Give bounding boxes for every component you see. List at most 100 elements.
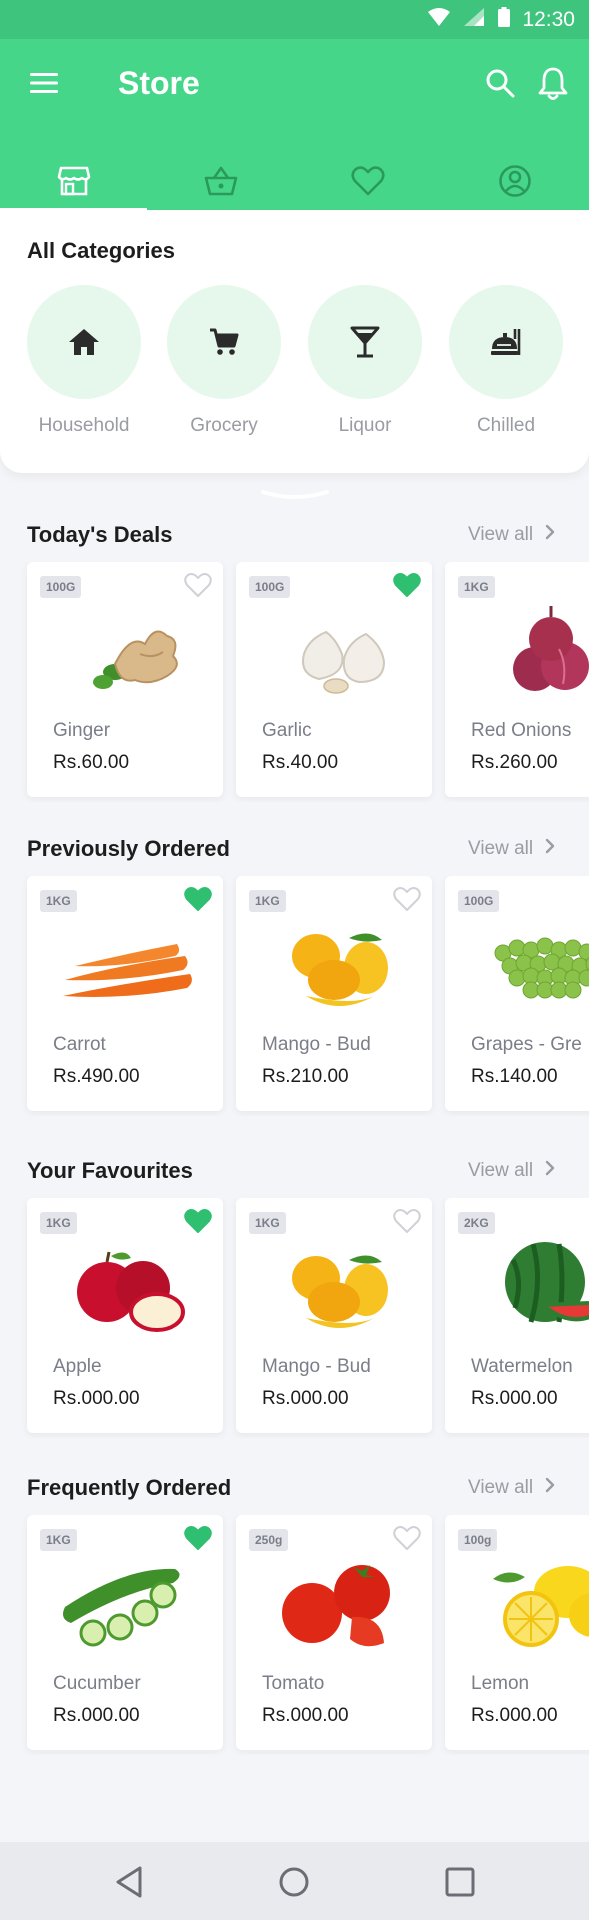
product-card[interactable]: 2KG Watermelon Rs.000.00 [445, 1198, 589, 1433]
page-title: Store [118, 65, 200, 101]
product-name: Mango - Bud [262, 1034, 371, 1055]
product-name: Cucumber [53, 1673, 141, 1694]
product-name: Red Onions [471, 720, 572, 741]
category-label: Household [38, 415, 130, 436]
recents-square-icon [445, 1867, 475, 1897]
chevron-down-icon [261, 490, 329, 499]
product-price: Rs.000.00 [262, 1705, 349, 1726]
product-image [513, 606, 589, 691]
collapse-handle[interactable] [261, 487, 329, 499]
cart-icon [210, 328, 239, 355]
product-image [63, 944, 192, 997]
product-price: Rs.000.00 [471, 1705, 558, 1726]
product-name: Ginger [53, 720, 111, 741]
product-name: Carrot [53, 1034, 106, 1055]
chevron-right-icon [545, 524, 555, 546]
section-title: Today's Deals [27, 522, 173, 547]
view-all-link[interactable]: View all [468, 838, 555, 860]
tab-basket[interactable] [147, 150, 294, 212]
recents-button[interactable] [442, 1864, 478, 1900]
category-label: Chilled [476, 415, 536, 436]
product-card[interactable]: 1KG Mango - Bud Rs.000.00 [236, 1198, 432, 1433]
section-title: Previously Ordered [27, 836, 230, 861]
product-price: Rs.210.00 [262, 1066, 349, 1087]
search-icon [486, 69, 515, 98]
category-chilled[interactable]: Chilled [449, 285, 563, 437]
product-image-wrap [254, 908, 414, 1013]
chilled-food-icon [491, 329, 521, 355]
home-circle-icon [279, 1867, 309, 1897]
tab-profile[interactable] [442, 150, 589, 212]
categories-heading: All Categories [27, 238, 175, 263]
product-card[interactable]: 1KG Carrot Rs.490.00 [27, 876, 223, 1111]
section-title: Frequently Ordered [27, 1475, 232, 1500]
tab-bar [0, 150, 589, 212]
product-card[interactable]: 1KG Red Onions Rs.260.00 [445, 562, 589, 797]
product-image [93, 630, 178, 689]
system-nav-bar [0, 1842, 589, 1920]
back-button[interactable] [112, 1864, 148, 1900]
category-liquor[interactable]: Liquor [308, 285, 422, 437]
product-image [292, 1255, 388, 1328]
product-image [494, 937, 589, 999]
chevron-right-icon [545, 838, 555, 860]
category-grocery[interactable]: Grocery [167, 285, 281, 437]
product-card[interactable]: 1KG Apple Rs.000.00 [27, 1198, 223, 1433]
notifications-button[interactable] [537, 66, 569, 102]
product-carousel[interactable]: 1KG Apple Rs.000.00 1KG Mango - Bud Rs.000.00… [0, 1198, 589, 1438]
store-icon [57, 166, 90, 196]
product-price: Rs.000.00 [53, 1388, 140, 1409]
tab-store[interactable] [0, 150, 148, 212]
product-name: Garlic [262, 720, 312, 741]
category-circle [167, 285, 281, 399]
product-price: Rs.260.00 [471, 752, 558, 773]
back-triangle-icon [116, 1866, 142, 1898]
product-image [493, 1566, 589, 1647]
product-price: Rs.000.00 [262, 1388, 349, 1409]
product-price: Rs.60.00 [53, 752, 130, 773]
product-card[interactable]: 1KG Mango - Bud Rs.210.00 [236, 876, 432, 1111]
product-price: Rs.490.00 [53, 1066, 140, 1087]
tab-favourites[interactable] [295, 150, 442, 212]
product-price: Rs.000.00 [53, 1705, 140, 1726]
product-price: Rs.140.00 [471, 1066, 558, 1087]
product-card[interactable]: 1KG Cucumber Rs.000.00 [27, 1515, 223, 1750]
home-button[interactable] [276, 1864, 312, 1900]
category-circle [449, 285, 563, 399]
product-card[interactable]: 250g Tomato Rs.000.00 [236, 1515, 432, 1750]
product-carousel[interactable]: 1KG Carrot Rs.490.00 1KG Mango - Bud Rs.210.0… [0, 876, 589, 1116]
product-image-wrap [45, 908, 205, 1013]
product-carousel[interactable]: 1KG Cucumber Rs.000.00 250g Tomato Rs.000.00 1… [0, 1515, 589, 1755]
view-all-label: View all [468, 524, 534, 545]
battery-icon [498, 6, 511, 33]
category-household[interactable]: Household [27, 285, 141, 437]
product-card[interactable]: 100G Ginger Rs.60.00 [27, 562, 223, 797]
categories-panel: All Categories Household Grocery Liquor … [0, 210, 589, 473]
bell-icon [538, 67, 568, 100]
view-all-link[interactable]: View all [468, 524, 555, 546]
product-image-wrap [463, 594, 589, 699]
view-all-link[interactable]: View all [468, 1160, 555, 1182]
product-image-wrap [45, 1230, 205, 1335]
product-name: Watermelon [471, 1356, 573, 1377]
product-carousel[interactable]: 100G Ginger Rs.60.00 100G Garlic Rs.40.00 1KG R… [0, 562, 589, 802]
chevron-right-icon [545, 1477, 555, 1499]
menu-button[interactable] [26, 69, 64, 97]
category-label: Grocery [190, 415, 258, 436]
product-card[interactable]: 100G Grapes - Gre Rs.140.00 [445, 876, 589, 1111]
signal-icon [464, 7, 485, 32]
product-card[interactable]: 100G Garlic Rs.40.00 [236, 562, 432, 797]
product-image-wrap [254, 594, 414, 699]
status-time: 12:30 [522, 7, 575, 31]
search-button[interactable] [484, 67, 516, 99]
product-name: Mango - Bud [262, 1356, 371, 1377]
product-name: Lemon [471, 1673, 530, 1694]
product-image [63, 1568, 180, 1647]
product-image-wrap [463, 908, 589, 1013]
view-all-link[interactable]: View all [468, 1477, 555, 1499]
product-image [292, 933, 388, 1006]
section-title: Your Favourites [27, 1158, 193, 1183]
product-image [302, 630, 386, 694]
cocktail-icon [350, 326, 380, 358]
product-card[interactable]: 100g Lemon Rs.000.00 [445, 1515, 589, 1750]
